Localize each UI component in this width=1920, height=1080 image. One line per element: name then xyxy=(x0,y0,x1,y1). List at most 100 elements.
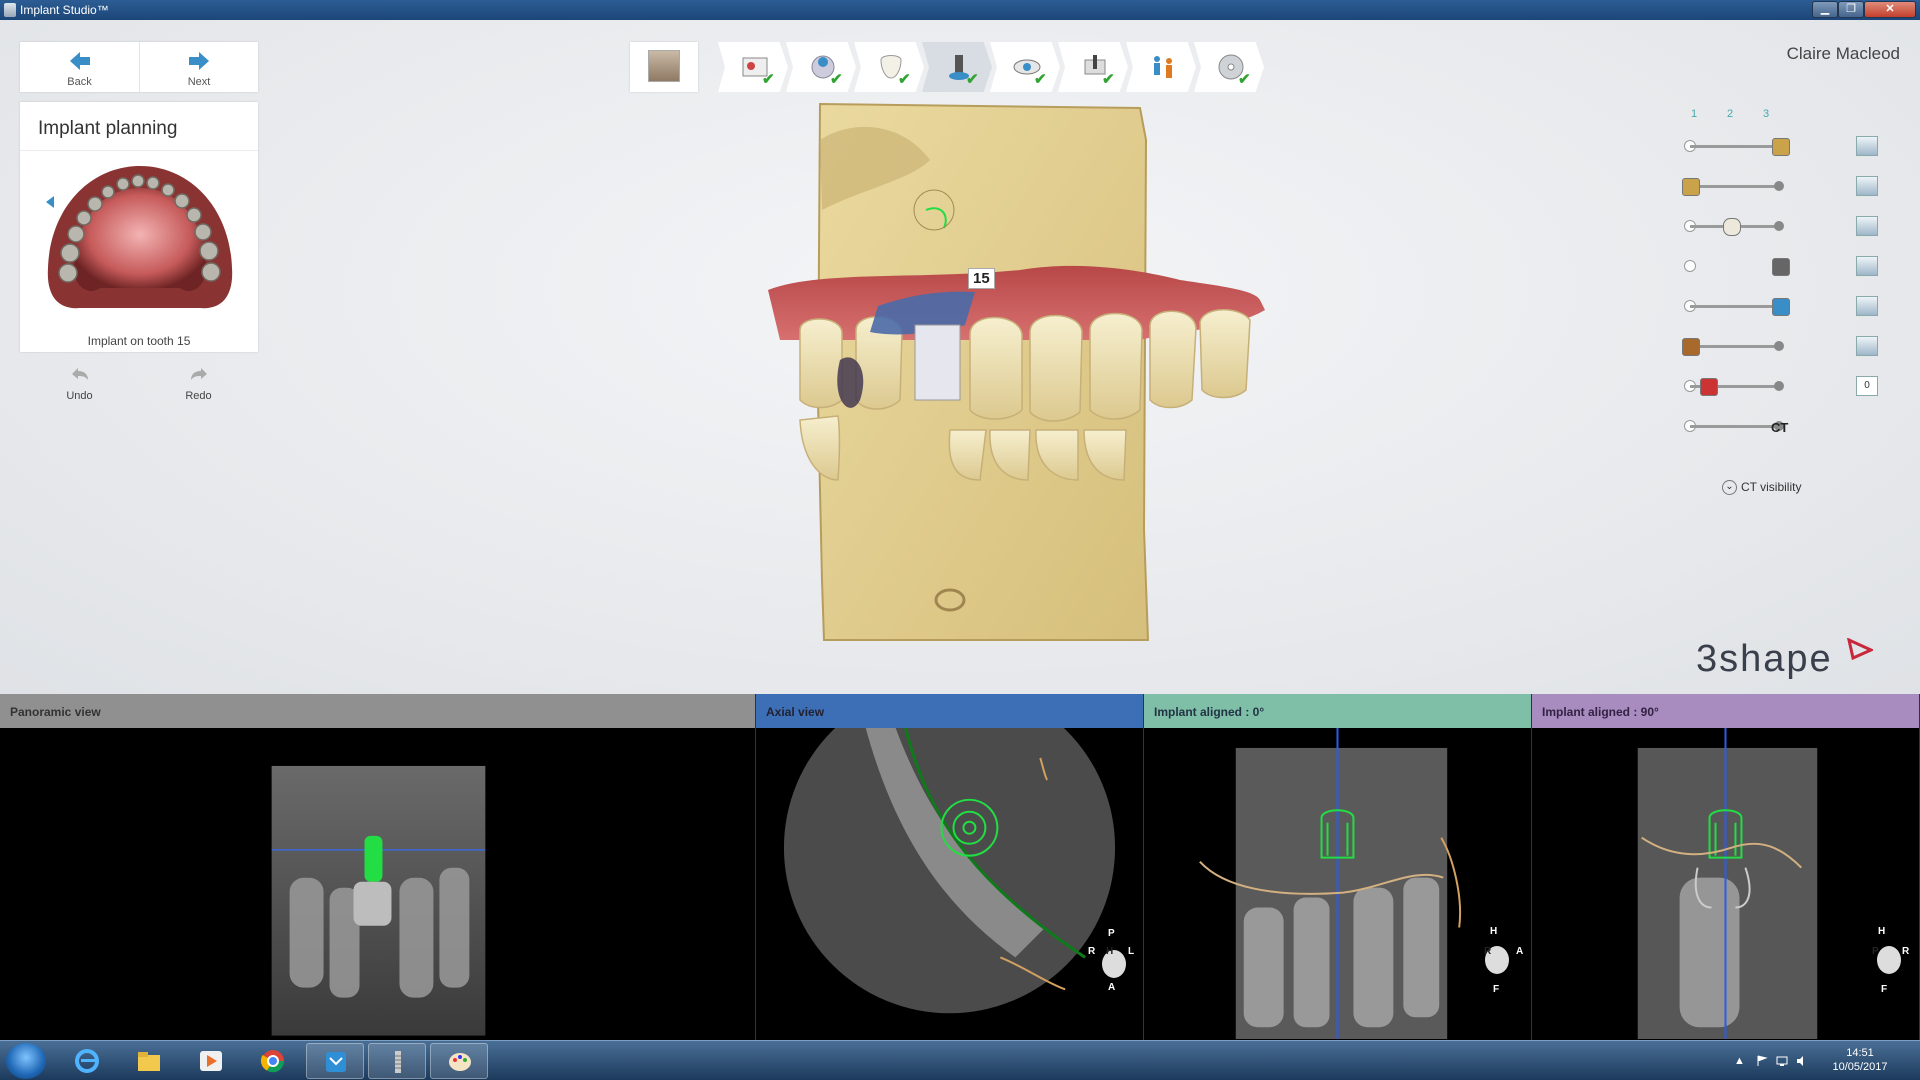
taskbar-item-ie[interactable] xyxy=(58,1043,116,1079)
window-title: Implant Studio™ xyxy=(20,3,109,17)
patient-photo-icon xyxy=(648,50,680,82)
layer-row-ct: CT xyxy=(1670,410,1900,450)
maximize-button[interactable]: ❐ xyxy=(1838,1,1864,18)
layer-toggle-radio[interactable] xyxy=(1684,260,1696,272)
orientation-top: P xyxy=(1108,928,1115,939)
redo-button[interactable]: Redo xyxy=(139,358,258,408)
orientation-right: A xyxy=(1516,946,1524,957)
layer-opacity-slider[interactable] xyxy=(1690,185,1780,188)
orientation-bottom: F xyxy=(1881,984,1888,995)
upper-jaw-thumbnail[interactable] xyxy=(40,158,240,320)
tooth-icon[interactable] xyxy=(1722,218,1741,236)
clock[interactable]: 14:51 10/05/2017 xyxy=(1820,1046,1900,1074)
workflow-step-collaboration[interactable] xyxy=(1126,42,1196,92)
ct-views: Panoramic view Axial view P R H L A Impl… xyxy=(0,694,1920,1040)
chrome-icon xyxy=(260,1050,285,1073)
start-button[interactable] xyxy=(6,1043,46,1079)
taskbar-item-paint[interactable] xyxy=(430,1043,488,1079)
view-cube-button[interactable] xyxy=(1856,216,1878,236)
layer-opacity-slider[interactable] xyxy=(1690,145,1780,148)
close-button[interactable]: ✕ xyxy=(1864,1,1916,18)
ct-visibility-toggle[interactable]: ⌄ CT visibility xyxy=(1722,480,1801,496)
layer-opacity-slider[interactable] xyxy=(1690,305,1780,308)
redo-icon xyxy=(190,368,207,380)
taskbar-item-explorer[interactable] xyxy=(120,1043,178,1079)
view-title: Panoramic view xyxy=(0,694,755,728)
completed-check-icon: ✔ xyxy=(1102,71,1115,88)
panoramic-image xyxy=(271,765,486,1036)
completed-check-icon: ✔ xyxy=(898,71,911,88)
comment-button[interactable]: 0 xyxy=(1856,376,1878,396)
workflow-step-tooth[interactable]: ✔ xyxy=(854,42,924,92)
taskbar-item-implant-studio[interactable] xyxy=(368,1043,426,1079)
implant-aligned-90-view[interactable]: Implant aligned : 90° H P R F xyxy=(1532,694,1920,1040)
back-label: Back xyxy=(67,76,92,88)
view-title: Implant aligned : 90° xyxy=(1532,694,1919,728)
workflow-step-export[interactable]: ✔ xyxy=(1194,42,1264,92)
layer-column-1[interactable]: 1 xyxy=(1674,108,1714,120)
workflow-step-patient-info[interactable]: ✔ xyxy=(718,42,788,92)
slider-end-marker xyxy=(1774,221,1784,231)
orientation-left: R xyxy=(1484,946,1492,957)
view-cube-button[interactable] xyxy=(1856,256,1878,276)
explorer-icon xyxy=(138,1052,160,1071)
network-icon[interactable] xyxy=(1776,1055,1788,1067)
crown-icon[interactable] xyxy=(1772,138,1790,156)
sleeve-icon[interactable] xyxy=(1772,258,1790,276)
completed-check-icon: ✔ xyxy=(762,71,775,88)
layer-row-sleeve xyxy=(1670,250,1900,290)
3d-model-view[interactable] xyxy=(760,100,1280,645)
layer-row-crown xyxy=(1670,130,1900,170)
tooth-number-label[interactable]: 15 xyxy=(968,268,995,289)
orientation-bottom: F xyxy=(1493,984,1500,995)
minimize-button[interactable]: ▁ xyxy=(1812,1,1838,18)
title-bar: Implant Studio™ ▁ ❐ ✕ xyxy=(0,0,1920,20)
logo-text: 3shape xyxy=(1696,638,1833,680)
implant-cylinder-icon[interactable] xyxy=(1772,298,1790,316)
people-icon xyxy=(1154,56,1172,78)
completed-check-icon: ✔ xyxy=(1238,71,1251,88)
show-hidden-icons-icon[interactable]: ▲ xyxy=(1734,1055,1746,1067)
clock-time: 14:51 xyxy=(1846,1047,1874,1059)
workflow-step-guide-design[interactable]: ✔ xyxy=(1058,42,1128,92)
taskbar-item-chrome[interactable] xyxy=(244,1043,302,1079)
workflow-step-scan-import[interactable]: ✔ xyxy=(786,42,856,92)
view-title: Implant aligned : 0° xyxy=(1144,694,1531,728)
view-title: Axial view xyxy=(756,694,1143,728)
abutment-icon[interactable] xyxy=(1682,178,1700,196)
completed-check-icon: ✔ xyxy=(830,71,843,88)
flag-icon[interactable] xyxy=(1756,1055,1768,1067)
layer-row-implant-cylinder xyxy=(1670,290,1900,330)
view-cube-button[interactable] xyxy=(1856,296,1878,316)
layer-column-3[interactable]: 3 xyxy=(1746,108,1786,120)
taskbar: ▲ 14:51 10/05/2017 xyxy=(0,1040,1920,1080)
workflow-step-view[interactable]: ✔ xyxy=(990,42,1060,92)
layer-opacity-slider[interactable] xyxy=(1690,425,1780,428)
undo-button[interactable]: Undo xyxy=(20,358,139,408)
panoramic-view[interactable]: Panoramic view xyxy=(0,694,756,1040)
arrow-left-icon xyxy=(69,52,90,70)
implant-planning-panel: Implant planning Implant on tooth 15 xyxy=(20,102,258,352)
orientation-top: H xyxy=(1490,926,1498,937)
view-cube-button[interactable] xyxy=(1856,136,1878,156)
bone-cylinder-icon[interactable] xyxy=(1682,338,1700,356)
back-button[interactable]: Back xyxy=(20,42,139,92)
layer-row-abutment xyxy=(1670,170,1900,210)
taskbar-item-3shape[interactable] xyxy=(306,1043,364,1079)
layer-opacity-slider[interactable] xyxy=(1690,345,1780,348)
taskbar-item-media-player[interactable] xyxy=(182,1043,240,1079)
view-cube-button[interactable] xyxy=(1856,176,1878,196)
view-cube-button[interactable] xyxy=(1856,336,1878,356)
orientation-left: R xyxy=(1088,946,1096,957)
workflow-step-patient-photo[interactable] xyxy=(630,42,698,92)
3shape-app-icon xyxy=(326,1052,346,1072)
scissors-icon[interactable] xyxy=(1700,378,1718,396)
axial-view[interactable]: Axial view P R H L A xyxy=(756,694,1144,1040)
selection-marker-icon xyxy=(46,196,54,208)
undo-icon xyxy=(71,368,88,380)
implant-aligned-0-view[interactable]: Implant aligned : 0° H R A F xyxy=(1144,694,1532,1040)
volume-icon[interactable] xyxy=(1796,1055,1808,1067)
workflow-step-implant-planning[interactable]: ✔ xyxy=(922,42,992,92)
layer-column-2[interactable]: 2 xyxy=(1710,108,1750,120)
next-button[interactable]: Next xyxy=(139,42,258,92)
